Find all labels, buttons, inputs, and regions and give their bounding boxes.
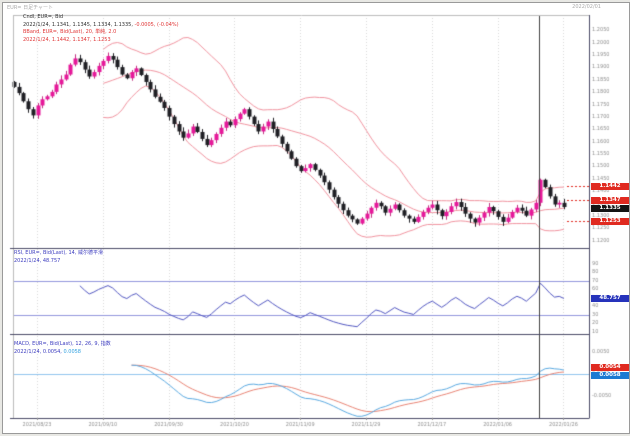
macd-legend-params: MACD, EUR=, Bid(Last), 12, 26, 9, 指数	[14, 341, 111, 347]
macd-value-label: 0.0058	[591, 372, 629, 379]
last-price-label: 1.1335	[591, 205, 629, 212]
bb-upper-price-label: 1.1442	[591, 183, 629, 190]
rsi-legend-params: RSI, EUR=, Bid(Last), 14, 威尔德平滑	[14, 250, 103, 256]
rsi-legend: RSI, EUR=, Bid(Last), 14, 威尔德平滑 2022/1/2…	[14, 250, 103, 265]
legend-bband-values: 2022/1/24, 1.1442, 1.1347, 1.1253	[23, 36, 111, 43]
chart-window: EUR= 日足チャート 2022/02/01 Cndl, EUR=, Bid 2…	[2, 2, 630, 434]
chart-canvas[interactable]	[3, 3, 629, 433]
legend-change: -0.0005, (-0.04%)	[132, 21, 179, 28]
macd-legend-values: 2022/1/24, 0.0054, 0.0058	[14, 348, 81, 355]
legend-bband-params: BBand, EUR=, Bid(Last), 20, 単純, 2.0	[23, 29, 117, 35]
rsi-legend-value: 2022/1/24, 48.757	[14, 257, 61, 264]
bb-lower-price-label: 1.1253	[591, 218, 629, 225]
bb-middle-price-label: 1.1347	[591, 197, 629, 204]
macd-signal-value-label: 0.0054	[591, 364, 629, 371]
legend-instrument: Cndl, EUR=, Bid	[23, 14, 64, 20]
main-chart-legend: Cndl, EUR=, Bid 2022/1/24, 1.1341, 1.134…	[23, 14, 179, 44]
legend-ohlc: 2022/1/24, 1.1341, 1.1345, 1.1334, 1.133…	[23, 21, 179, 28]
macd-legend: MACD, EUR=, Bid(Last), 12, 26, 9, 指数 202…	[14, 341, 111, 356]
rsi-value-label: 48.757	[591, 295, 629, 302]
